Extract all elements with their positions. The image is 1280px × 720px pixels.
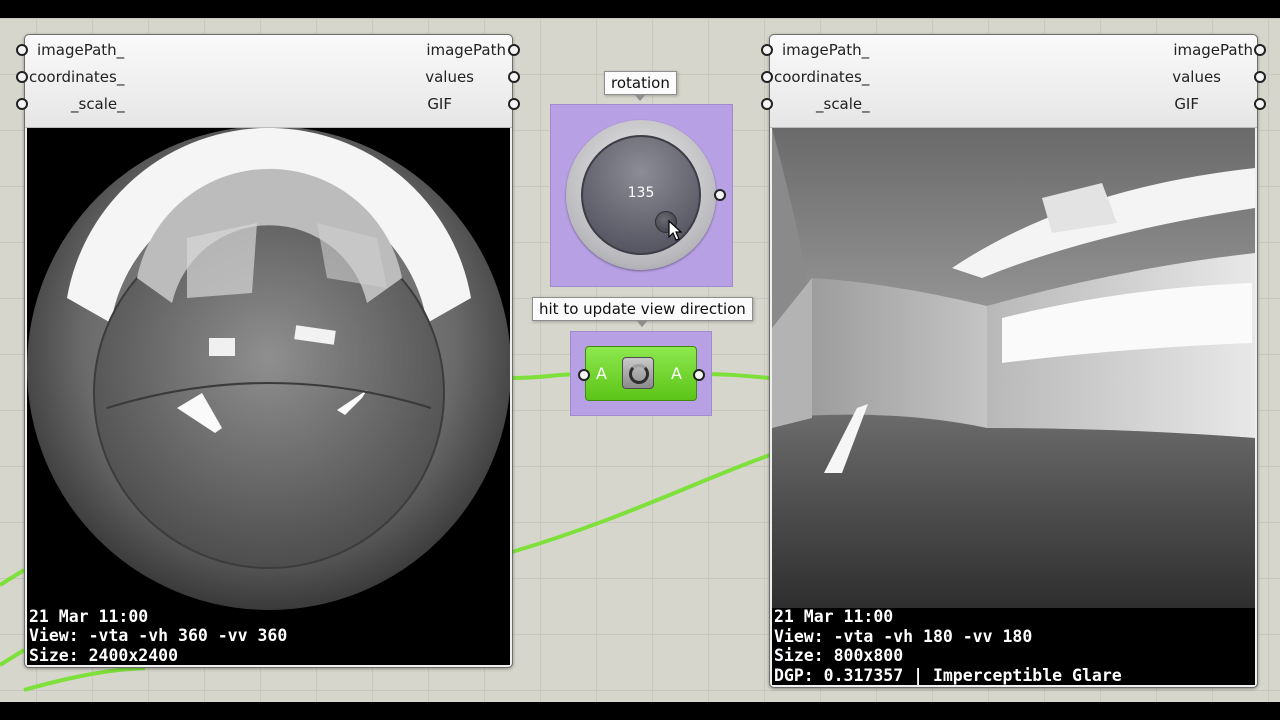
angular-fisheye-render [27, 128, 510, 610]
button-input-label: A [596, 364, 607, 383]
wire-left-to-right-long [511, 453, 771, 554]
right-input-grip-2[interactable] [761, 71, 773, 83]
rotation-dial-face: 135 [581, 135, 701, 255]
rotation-value: 135 [627, 185, 655, 201]
left-overlay-date: 21 Mar 11:00 [29, 606, 149, 626]
rotation-output-grip[interactable] [714, 189, 726, 201]
right-overlay-date: 21 Mar 11:00 [774, 607, 894, 626]
left-output-grip-3[interactable] [508, 98, 520, 110]
rotation-tooltip: rotation [604, 71, 677, 101]
right-output-grip-1[interactable] [1254, 44, 1266, 56]
right-input-grip-3[interactable] [761, 98, 773, 110]
right-output-grip-3[interactable] [1254, 98, 1266, 110]
left-input-grip-1[interactable] [16, 44, 28, 56]
left-output-imagepath: imagePath [426, 41, 506, 59]
left-overlay-size: Size: 2400x2400 [29, 645, 179, 665]
wire-bottom-left-2 [0, 648, 26, 667]
left-input-imagepath: imagePath_ [37, 41, 125, 59]
right-output-grip-2[interactable] [1254, 71, 1266, 83]
right-input-scale: _scale_ [816, 95, 870, 113]
button-output-grip[interactable] [693, 369, 705, 381]
right-overlay-size: Size: 800x800 [774, 646, 904, 665]
update-button-tooltip: hit to update view direction [532, 297, 753, 327]
right-input-imagepath: imagePath_ [782, 41, 870, 59]
left-image-viewer[interactable]: imagePath_ coordinates_ _scale_ imagePat… [24, 34, 513, 668]
left-input-coordinates: coordinates_ [29, 68, 125, 86]
right-output-values: values [1172, 68, 1221, 86]
hemispherical-interior-render [772, 128, 1255, 608]
left-input-scale: _scale_ [71, 95, 125, 113]
update-view-button[interactable]: A A [585, 346, 697, 401]
left-output-values: values [425, 68, 474, 86]
right-input-grip-1[interactable] [761, 44, 773, 56]
right-output-gif: GIF [1174, 95, 1199, 113]
left-overlay-view: View: -vta -vh 360 -vv 360 [29, 626, 288, 645]
right-overlay-view: View: -vta -vh 180 -vv 180 [774, 626, 1033, 646]
left-output-grip-1[interactable] [508, 44, 520, 56]
rotation-dial[interactable]: 135 [566, 120, 716, 270]
right-image-overlay: 21 Mar 11:00 View: -vta -vh 180 -vv 180 Si… [774, 607, 1122, 685]
left-image-overlay: 21 Mar 11:00 View: -vta -vh 360 -vv 360 Si… [29, 607, 287, 666]
right-fisheye-image: 21 Mar 11:00 View: -vta -vh 180 -vv 180 Si… [772, 128, 1255, 685]
refresh-icon[interactable] [622, 357, 654, 389]
mouse-cursor-icon [668, 220, 682, 241]
right-image-viewer[interactable]: imagePath_ coordinates_ _scale_ imagePat… [769, 34, 1258, 688]
left-fisheye-image: 21 Mar 11:00 View: -vta -vh 360 -vv 360 Si… [27, 128, 510, 665]
right-output-imagepath: imagePath [1173, 41, 1253, 59]
left-input-grip-2[interactable] [16, 71, 28, 83]
rotation-dial-group[interactable]: 135 [550, 104, 733, 287]
left-input-grip-3[interactable] [16, 98, 28, 110]
right-input-coordinates: coordinates_ [774, 68, 870, 86]
wire-bottom-left-3 [23, 666, 146, 692]
right-overlay-dgp: DGP: 0.317357 | Imperceptible Glare [774, 665, 1122, 685]
button-output-label: A [671, 364, 682, 383]
left-output-grip-2[interactable] [508, 71, 520, 83]
button-input-grip[interactable] [578, 369, 590, 381]
update-button-group: A A [570, 331, 712, 416]
wire-bottom-left-1 [0, 568, 26, 587]
left-output-gif: GIF [427, 95, 452, 113]
